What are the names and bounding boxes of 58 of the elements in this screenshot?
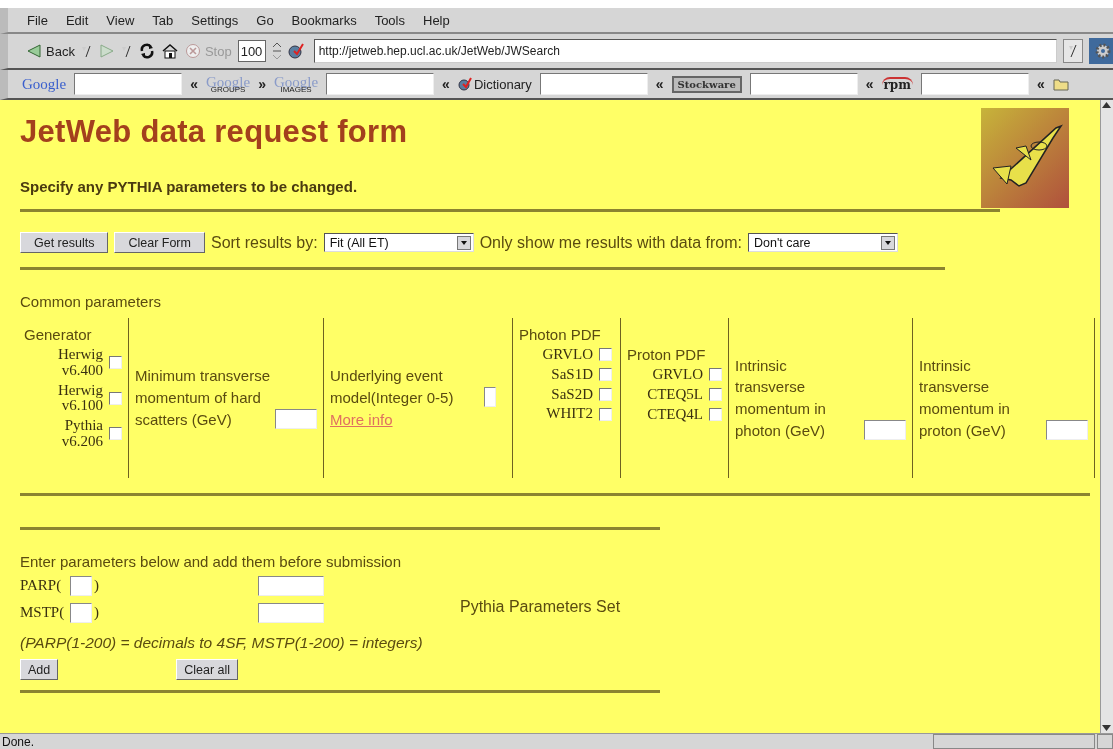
format-note: (PARP(1-200) = decimals to 4SF, MSTP(1-200) = integers) — [20, 634, 424, 652]
menu-item[interactable]: Tools — [365, 12, 414, 28]
parameter-label: PARP( — [20, 577, 63, 594]
option-label: GRVLO — [541, 347, 593, 363]
google-logo[interactable]: Google — [22, 76, 67, 92]
dropdown[interactable]: Fit (All ET) — [323, 233, 474, 252]
chevron-button[interactable]: « — [442, 76, 450, 92]
menu-item[interactable]: Edit — [56, 12, 98, 28]
parameter-label: ) — [94, 577, 100, 594]
option-label: Herwig v6.100 — [57, 382, 103, 414]
chevron-button[interactable]: « — [865, 76, 874, 92]
subtitle: Specify any PYTHIA parameters to be changed. — [20, 178, 359, 195]
option-label: Pythia v6.206 — [60, 418, 103, 450]
zoom-field[interactable]: 100 — [237, 40, 266, 62]
column-heading: Photon PDF — [519, 326, 602, 343]
option-label: CTEQ5L — [646, 386, 703, 403]
dropdown[interactable]: Don't care — [747, 233, 898, 252]
form-button[interactable]: Add — [20, 659, 59, 680]
form-button[interactable]: Clear all — [176, 659, 239, 680]
section-heading: Common parameters — [20, 293, 162, 310]
menu-item[interactable]: View — [97, 12, 144, 28]
chevron-button[interactable]: « — [1036, 76, 1045, 92]
filter-label: Only show me results with data from: — [479, 233, 742, 252]
parameter-label: MSTP( — [20, 604, 66, 621]
menu-item[interactable]: File — [18, 12, 57, 28]
field-label: Underlying event model(Integer 0-5) — [330, 366, 455, 409]
form-button[interactable]: Clear Form — [114, 232, 205, 253]
option-label: CTEQ4L — [646, 406, 703, 423]
parameter-label: ) — [94, 604, 100, 621]
form-button[interactable]: Get results — [20, 232, 109, 253]
chevron-button[interactable]: « — [655, 76, 664, 92]
column-heading: Generator — [24, 326, 93, 343]
stockware-logo[interactable]: Stockware — [671, 75, 742, 93]
instructions-text: Enter parameters below and add them before submission — [20, 553, 403, 570]
dictionary-button[interactable]: Dictionary — [457, 76, 532, 92]
option-label: SaS2D — [550, 386, 593, 403]
menu-item[interactable]: Help — [414, 12, 459, 28]
back-button[interactable]: Back — [26, 43, 75, 59]
option-label: SaS1D — [550, 366, 593, 383]
rpm-logo[interactable]: rpm — [881, 77, 913, 91]
menu-item[interactable]: Settings — [182, 12, 248, 28]
chevron-button[interactable]: » — [258, 76, 266, 92]
chevron-button[interactable]: « — [190, 76, 198, 92]
option-label: WHIT2 — [545, 406, 593, 422]
option-label: GRVLO — [651, 367, 703, 383]
menu-item[interactable]: Tab — [143, 12, 183, 28]
field-label: Intrinsic transverse momentum in proton (GeV) — [919, 355, 1011, 441]
status-text: Done. — [1, 734, 36, 749]
option-label: Herwig v6.400 — [57, 347, 103, 379]
sort-label: Sort results by: — [210, 233, 318, 252]
parameters-set-heading: Pythia Parameters Set — [460, 598, 621, 616]
menu-item[interactable]: Bookmarks — [282, 12, 366, 28]
field-label: Intrinsic transverse momentum in photon (GeV) — [735, 355, 827, 441]
page-title: JetWeb data request form — [20, 114, 409, 150]
column-heading: Proton PDF — [627, 346, 707, 363]
field-label: Minimum transverse momentum of hard scatters (GeV) — [135, 366, 271, 430]
menu-item[interactable]: Go — [247, 12, 283, 28]
url-field[interactable]: http://jetweb.hep.ucl.ac.uk/JetWeb/JWSearch — [313, 39, 1057, 63]
